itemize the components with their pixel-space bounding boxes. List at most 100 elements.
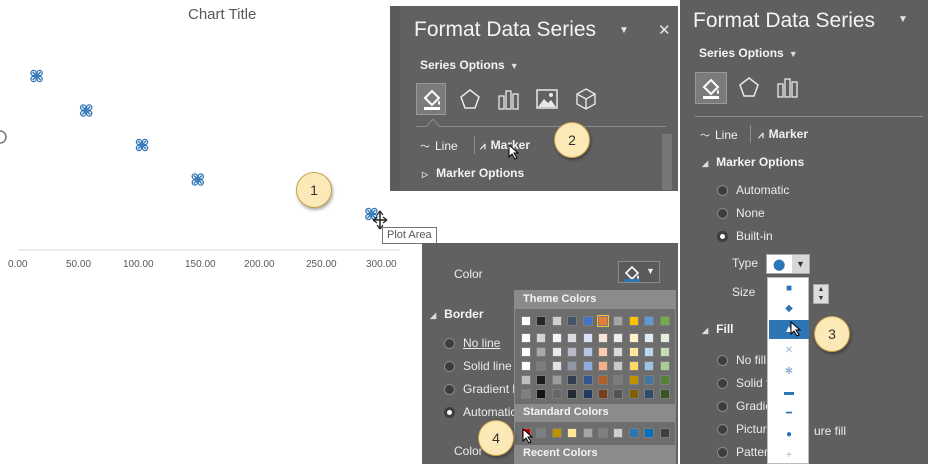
- theme-color-swatch[interactable]: [567, 316, 578, 326]
- standard-color-swatch[interactable]: [598, 428, 608, 438]
- section-marker-options[interactable]: ▷ Marker Options: [422, 166, 524, 180]
- theme-color-swatch[interactable]: [582, 316, 593, 326]
- tab-line[interactable]: 〜 Line: [420, 138, 458, 153]
- radio-button[interactable]: [717, 423, 728, 435]
- theme-color-swatch[interactable]: [551, 347, 562, 357]
- theme-color-swatch[interactable]: [644, 316, 655, 326]
- pentagon-effects-icon[interactable]: [738, 76, 760, 98]
- theme-color-swatch[interactable]: [613, 316, 624, 326]
- standard-color-swatch[interactable]: [536, 428, 547, 438]
- theme-color-swatch[interactable]: [521, 333, 531, 343]
- radio-button[interactable]: [717, 354, 728, 366]
- theme-color-swatch[interactable]: [644, 389, 655, 399]
- radio-picture-fill[interactable]: Picture: [717, 422, 773, 436]
- radio-gradient-line[interactable]: Gradient l: [444, 382, 515, 396]
- chevron-down-icon[interactable]: ▼: [792, 255, 809, 273]
- theme-color-swatch[interactable]: [659, 316, 670, 326]
- tab-marker[interactable]: ⩘ Marker: [480, 138, 530, 152]
- standard-color-swatch[interactable]: [613, 428, 624, 438]
- theme-color-swatch[interactable]: [613, 347, 624, 357]
- theme-color-swatch[interactable]: [521, 361, 531, 371]
- theme-color-swatch[interactable]: [536, 316, 547, 326]
- theme-color-swatch[interactable]: [551, 361, 562, 371]
- theme-color-swatch[interactable]: [644, 333, 655, 343]
- radio-pattern-fill[interactable]: Patter: [717, 445, 768, 459]
- radio-button[interactable]: [717, 400, 728, 412]
- theme-color-swatch[interactable]: [613, 375, 624, 385]
- radio-no-fill[interactable]: No fill: [717, 353, 766, 367]
- radio-button[interactable]: [717, 184, 728, 196]
- radio-button[interactable]: [717, 377, 728, 389]
- theme-color-swatch[interactable]: [567, 347, 578, 357]
- pentagon-effects-icon[interactable]: [459, 88, 481, 110]
- marker-type-list[interactable]: ■ ◆ ▲ ✕ ✱ ▬ ━ ● +: [767, 277, 809, 464]
- data-point-marker[interactable]: [79, 104, 93, 117]
- radio-button[interactable]: [717, 446, 728, 458]
- marker-type-star[interactable]: ✱: [769, 362, 809, 381]
- marker-type-circle[interactable]: ●: [769, 425, 809, 444]
- bar-size-icon[interactable]: [497, 88, 521, 110]
- theme-color-swatch[interactable]: [521, 347, 531, 357]
- theme-color-swatch[interactable]: [521, 375, 531, 385]
- theme-color-swatch[interactable]: [628, 347, 639, 357]
- theme-color-swatch[interactable]: [567, 333, 578, 343]
- radio-button-selected[interactable]: [444, 406, 455, 418]
- theme-color-swatch[interactable]: [536, 375, 547, 385]
- series-options-dropdown[interactable]: Series Options ▼: [699, 46, 798, 60]
- theme-color-swatch[interactable]: [659, 361, 670, 371]
- theme-color-swatch[interactable]: [628, 361, 639, 371]
- tab-marker[interactable]: ⩘ Marker: [758, 127, 808, 141]
- section-marker-options[interactable]: ◢ Marker Options: [702, 155, 804, 169]
- theme-color-swatch[interactable]: [551, 316, 562, 326]
- chart-area[interactable]: Chart Title 0.00 50.00 100.00 150.00 200…: [0, 0, 437, 290]
- standard-color-swatch[interactable]: [659, 428, 670, 438]
- theme-color-swatch[interactable]: [659, 333, 670, 343]
- theme-color-swatch[interactable]: [582, 375, 593, 385]
- theme-color-swatch[interactable]: [598, 375, 608, 385]
- outline-color-picker[interactable]: ▼: [618, 261, 660, 283]
- theme-color-swatch[interactable]: [644, 375, 655, 385]
- theme-color-swatch[interactable]: [567, 361, 578, 371]
- standard-color-swatch[interactable]: [582, 428, 593, 438]
- marker-type-long-dash[interactable]: ━: [769, 404, 809, 423]
- scatter-plot[interactable]: [0, 0, 420, 290]
- theme-color-swatch[interactable]: [628, 375, 639, 385]
- theme-color-swatch[interactable]: [628, 333, 639, 343]
- theme-color-swatch[interactable]: [551, 375, 562, 385]
- radio-solid-line[interactable]: Solid line: [444, 359, 512, 373]
- theme-color-swatch[interactable]: [536, 361, 547, 371]
- chevron-down-icon[interactable]: ▼: [619, 25, 629, 36]
- marker-type-short-dash[interactable]: ▬: [769, 383, 809, 402]
- section-border[interactable]: ◢ Border: [430, 307, 484, 321]
- theme-color-swatch[interactable]: [521, 389, 531, 399]
- theme-color-swatch[interactable]: [567, 375, 578, 385]
- scrollbar[interactable]: [662, 134, 672, 190]
- close-icon[interactable]: ✕: [658, 21, 671, 39]
- radio-button[interactable]: [444, 337, 455, 349]
- standard-color-swatch[interactable]: [567, 428, 578, 438]
- marker-type-triangle[interactable]: ▲: [769, 320, 809, 339]
- picture-icon[interactable]: [535, 87, 559, 111]
- marker-type-square[interactable]: ■: [769, 279, 809, 298]
- tab-line[interactable]: 〜 Line: [700, 127, 738, 142]
- chevron-down-icon[interactable]: ▼: [898, 14, 908, 25]
- radio-button[interactable]: [717, 207, 728, 219]
- radio-button[interactable]: [444, 360, 455, 372]
- marker-type-x[interactable]: ✕: [769, 341, 809, 360]
- theme-color-swatch[interactable]: [598, 347, 608, 357]
- theme-color-swatch[interactable]: [644, 361, 655, 371]
- theme-color-swatch[interactable]: [659, 347, 670, 357]
- theme-color-swatch[interactable]: [597, 315, 609, 327]
- 3d-format-icon[interactable]: [574, 87, 598, 111]
- theme-color-swatch[interactable]: [613, 389, 624, 399]
- radio-automatic-line[interactable]: Automatic: [444, 405, 516, 419]
- series-options-dropdown[interactable]: Series Options ▼: [420, 58, 519, 72]
- theme-color-swatch[interactable]: [536, 333, 547, 343]
- theme-color-swatch[interactable]: [536, 389, 547, 399]
- radio-gradient-fill[interactable]: Gradie: [717, 399, 772, 413]
- theme-color-swatch[interactable]: [628, 316, 639, 326]
- radio-automatic[interactable]: Automatic: [717, 183, 789, 197]
- theme-color-swatch[interactable]: [598, 361, 608, 371]
- radio-solid-fill[interactable]: Solid f: [717, 376, 769, 390]
- theme-color-swatch[interactable]: [613, 333, 624, 343]
